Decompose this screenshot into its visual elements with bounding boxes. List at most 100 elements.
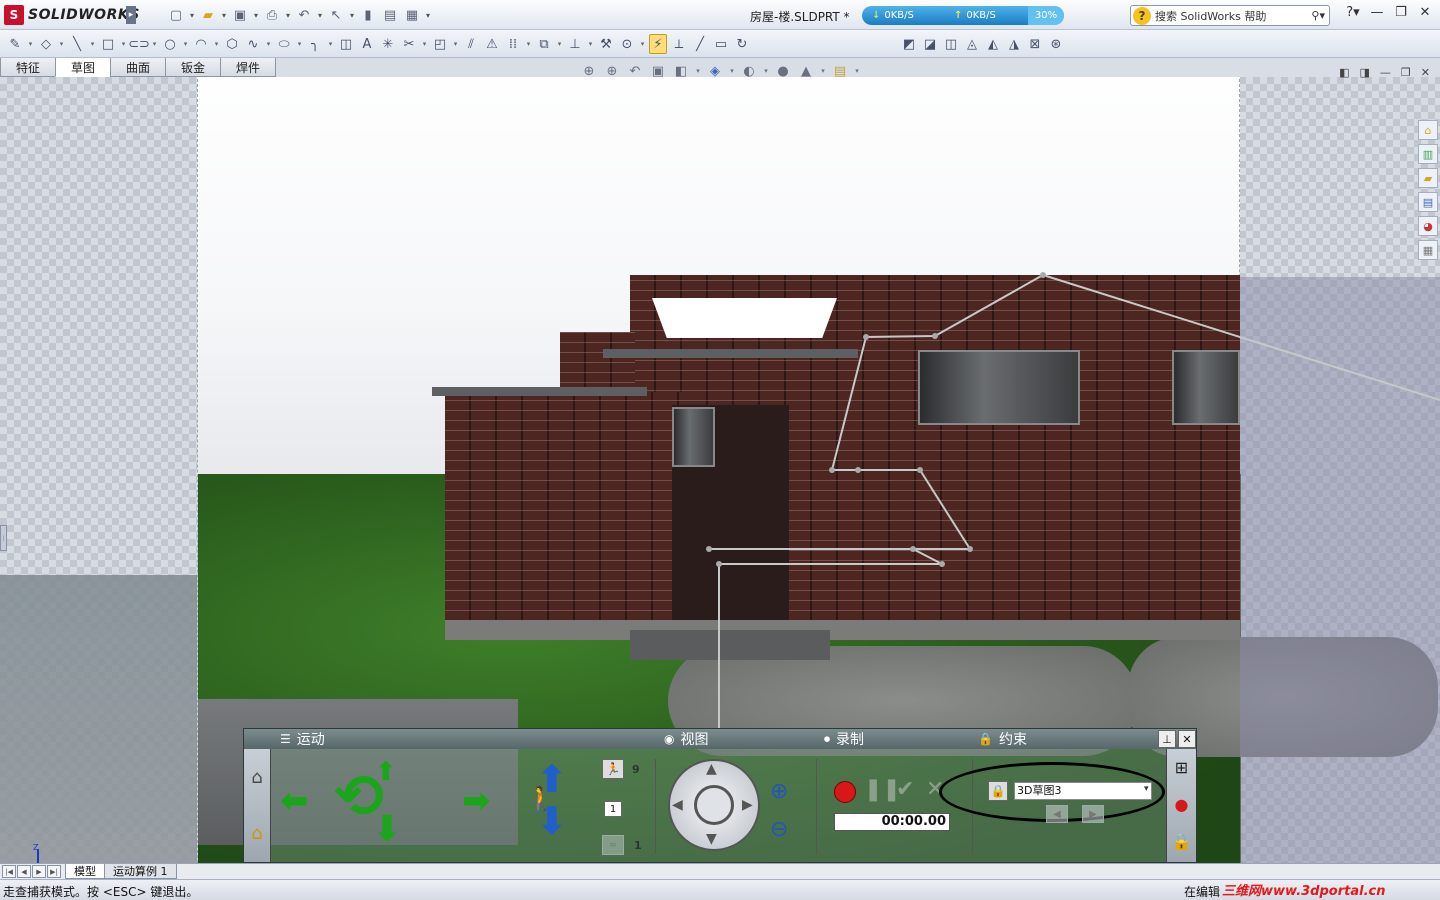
menu-expand-icon[interactable]: ▸ xyxy=(126,6,136,24)
fit-view-icon[interactable]: ⊞ xyxy=(1167,749,1196,786)
options-dropdown-icon[interactable]: ▾ xyxy=(424,6,432,24)
constraint-prev-button[interactable]: ◀ xyxy=(1046,805,1068,823)
line-dropdown-icon[interactable]: ▾ xyxy=(89,34,96,54)
tab-motion-study[interactable]: 运动算例 1 xyxy=(104,864,177,879)
constraint-4-icon[interactable]: ◬ xyxy=(963,34,981,54)
spline-icon[interactable]: ∿ xyxy=(244,34,262,54)
constraint-2-icon[interactable]: ◪ xyxy=(921,34,939,54)
display-style-icon[interactable]: ◈ xyxy=(706,62,724,80)
tab-sketch[interactable]: 草图 xyxy=(55,58,111,77)
move-right-arrow[interactable]: ➡ xyxy=(462,781,491,821)
convert-entities-icon[interactable]: ◰ xyxy=(431,34,449,54)
edit-appearance-icon[interactable]: ● xyxy=(774,62,792,80)
constraint-3-icon[interactable]: ◫ xyxy=(942,34,960,54)
constraint-7-icon[interactable]: ⊠ xyxy=(1026,34,1044,54)
search-icon[interactable]: ⚲▾ xyxy=(1311,9,1325,22)
undo-icon[interactable]: ↶ xyxy=(294,6,314,24)
rail-record-icon[interactable]: ● xyxy=(1167,786,1196,823)
move-up-arrow[interactable]: ⬆ xyxy=(536,757,568,801)
select-cursor-icon[interactable]: ↖ xyxy=(326,6,346,24)
dimension-dropdown-icon[interactable]: ▾ xyxy=(58,34,65,54)
trim-icon[interactable]: ✂ xyxy=(400,34,418,54)
close-icon[interactable]: ✕ xyxy=(1416,5,1434,20)
constraint-next-button[interactable]: ▶ xyxy=(1082,805,1104,823)
text-icon[interactable]: A xyxy=(358,34,376,54)
minimize-icon[interactable]: — xyxy=(1368,5,1386,20)
help-search-input[interactable]: ? 搜索 SolidWorks 帮助 ⚲▾ xyxy=(1130,5,1330,26)
tab-weldments[interactable]: 焊件 xyxy=(220,58,276,77)
snaps-dropdown-icon[interactable]: ▾ xyxy=(639,34,646,54)
panel-close-icon[interactable]: ✕ xyxy=(1178,730,1196,748)
doc-next-icon[interactable]: ◨ xyxy=(1360,66,1370,79)
view-orientation-icon[interactable]: ◧ xyxy=(672,62,690,80)
constraint-1-icon[interactable]: ◩ xyxy=(900,34,918,54)
offset-icon[interactable]: ⫽ xyxy=(462,34,480,54)
hide-show-dropdown-icon[interactable]: ▾ xyxy=(763,62,769,80)
look-around-dial[interactable]: ▲ ▼ ◀ ▶ xyxy=(668,759,760,851)
polygon-icon[interactable]: ⬡ xyxy=(223,34,241,54)
slot-dropdown-icon[interactable]: ▾ xyxy=(151,34,158,54)
hide-show-items-icon[interactable]: ◐ xyxy=(740,62,758,80)
convert-dropdown-icon[interactable]: ▾ xyxy=(452,34,459,54)
arc-icon[interactable]: ◠ xyxy=(192,34,210,54)
fillet-icon[interactable]: ╮ xyxy=(306,34,324,54)
smart-dimension-icon[interactable]: ◇ xyxy=(37,34,55,54)
sketch-picture-icon[interactable]: ▭ xyxy=(712,34,730,54)
instant2d-icon[interactable]: ⟂ xyxy=(670,34,688,54)
appearances-icon[interactable]: ◕ xyxy=(1418,216,1438,236)
sketch-dropdown-icon[interactable]: ▾ xyxy=(27,34,34,54)
look-up-icon[interactable]: ▲ xyxy=(706,761,717,777)
custom-properties-icon[interactable]: ▦ xyxy=(1418,240,1438,260)
design-library-icon[interactable]: ▥ xyxy=(1418,144,1438,164)
spline-dropdown-icon[interactable]: ▾ xyxy=(265,34,272,54)
orientation-dropdown-icon[interactable]: ▾ xyxy=(695,62,701,80)
display-style-dropdown-icon[interactable]: ▾ xyxy=(729,62,735,80)
look-down-icon[interactable]: ▼ xyxy=(706,831,717,847)
repair-sketch-icon[interactable]: ⚒ xyxy=(597,34,615,54)
rail-lock-icon[interactable]: 🔒 xyxy=(1167,823,1196,860)
speed-value-field[interactable]: 1 xyxy=(604,801,622,817)
relations-dropdown-icon[interactable]: ▾ xyxy=(587,34,594,54)
plane-icon[interactable]: ◫ xyxy=(337,34,355,54)
look-right-icon[interactable]: ▶ xyxy=(742,797,753,813)
file-properties-icon[interactable]: ▤ xyxy=(380,6,400,24)
zoom-to-area-icon[interactable]: ⊕ xyxy=(603,62,621,80)
previous-view-icon[interactable]: ↶ xyxy=(626,62,644,80)
options-icon[interactable]: ▦ xyxy=(402,6,422,24)
point-icon[interactable]: ✳ xyxy=(379,34,397,54)
last-tab-icon[interactable]: ▶| xyxy=(47,865,61,878)
print-icon[interactable]: ⎙ xyxy=(262,6,282,24)
speed-runner-icon[interactable]: 🏃 xyxy=(602,759,624,779)
solidworks-resources-icon[interactable]: ⌂ xyxy=(1418,120,1438,140)
circle-dropdown-icon[interactable]: ▾ xyxy=(182,34,189,54)
help-dropdown-icon[interactable]: ?▾ xyxy=(1344,5,1362,20)
constraint-6-icon[interactable]: ◮ xyxy=(1005,34,1023,54)
apply-scene-icon[interactable]: ▲ xyxy=(797,62,815,80)
zoom-out-icon[interactable]: ⊖ xyxy=(770,817,788,842)
move-entities-icon[interactable]: ⧉ xyxy=(535,34,553,54)
look-dial-center[interactable] xyxy=(694,785,734,825)
record-button[interactable] xyxy=(834,781,856,803)
select-dropdown-icon[interactable]: ▾ xyxy=(348,6,356,24)
tab-features[interactable]: 特征 xyxy=(0,58,56,77)
open-folder-icon[interactable]: ▰ xyxy=(198,6,218,24)
arc-dropdown-icon[interactable]: ▾ xyxy=(213,34,220,54)
display-relations-icon[interactable]: ⊥ xyxy=(566,34,584,54)
doc-prev-icon[interactable]: ◧ xyxy=(1339,66,1349,79)
view-palette-icon[interactable]: ▤ xyxy=(1418,192,1438,212)
home-edit-icon[interactable]: ⌂ xyxy=(244,805,270,861)
rectangle-dropdown-icon[interactable]: ▾ xyxy=(120,34,127,54)
scene-dropdown-icon[interactable]: ▾ xyxy=(820,62,826,80)
next-tab-icon[interactable]: ▶ xyxy=(32,865,46,878)
first-tab-icon[interactable]: |◀ xyxy=(2,865,16,878)
new-document-icon[interactable]: ▢ xyxy=(166,6,186,24)
sketch-pencil-icon[interactable]: ╱ xyxy=(691,34,709,54)
rectangle-icon[interactable]: □ xyxy=(99,34,117,54)
constraint-5-icon[interactable]: ◭ xyxy=(984,34,1002,54)
pattern-dropdown-icon[interactable]: ▾ xyxy=(525,34,532,54)
home-view-icon[interactable]: ⌂ xyxy=(244,749,270,805)
panel-pin-icon[interactable]: ⊥ xyxy=(1158,730,1176,748)
fillet-dropdown-icon[interactable]: ▾ xyxy=(327,34,334,54)
view-settings-icon[interactable]: ▤ xyxy=(831,62,849,80)
print-dropdown-icon[interactable]: ▾ xyxy=(284,6,292,24)
